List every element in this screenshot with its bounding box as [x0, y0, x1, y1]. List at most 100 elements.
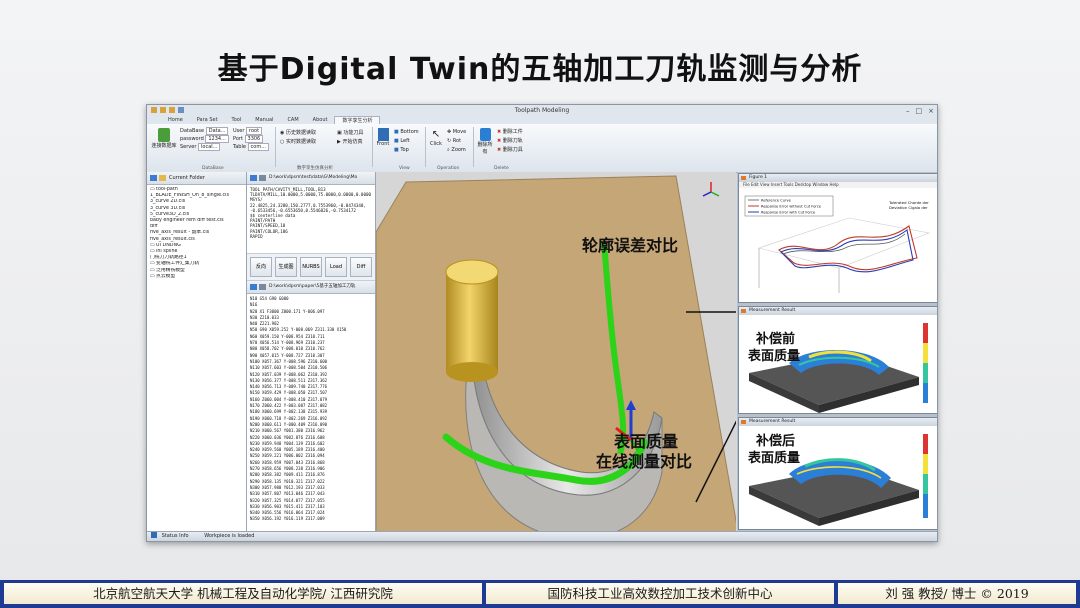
- nc-code-view[interactable]: N10 G54 G90 G000 N16 N20 X1 F3000 Z000.171…: [247, 294, 375, 533]
- menu-help[interactable]: Help: [830, 182, 839, 187]
- minimize-button[interactable]: –: [906, 106, 910, 117]
- function-tool-button[interactable]: ▣ 功能刀具: [337, 129, 363, 138]
- sim-buttons: ▣ 功能刀具 ▶ 开始仿真: [337, 129, 363, 147]
- tab-tool[interactable]: Tool: [225, 116, 249, 124]
- slide-title: 基于Digital Twin的五轴加工刀轨监测与分析: [217, 52, 863, 87]
- toolpath-modeling-window: Toolpath Modeling – □ × Home Para Set To…: [146, 104, 938, 542]
- top-file-header: D:\work\dpsm\test\data\G\Modeling\Mo: [247, 172, 375, 185]
- annotation-contour-error: 轮廓误差对比: [582, 236, 679, 255]
- delete-all-button[interactable]: 删除所有: [477, 128, 493, 155]
- database-icon: [158, 128, 170, 142]
- save-icon[interactable]: [259, 284, 266, 290]
- figure-1-titlebar: Figure 1: [739, 174, 937, 182]
- cls-code-view[interactable]: TOOL PATH/CAVITY_MILL,TOOL,B13 TLDATA/MIL…: [247, 185, 375, 253]
- current-folder-panel: Current Folder ▭ tool-path 1_BLADE_FINIS…: [147, 172, 247, 532]
- maximize-button[interactable]: □: [916, 106, 923, 117]
- front-view-button[interactable]: Front: [376, 128, 390, 147]
- delete-workpiece-button[interactable]: ✖ 删除工件: [497, 128, 523, 137]
- window-titlebar: Toolpath Modeling – □ ×: [147, 105, 937, 116]
- group-label-view: View: [399, 166, 410, 171]
- nurbs-button[interactable]: NURBS: [300, 257, 322, 277]
- load-button[interactable]: Load: [325, 257, 347, 277]
- cutting-tool: [446, 272, 498, 372]
- start-simulation-button[interactable]: ▶ 开始仿真: [337, 138, 363, 147]
- footer-center: 国防科技工业高效数控加工技术创新中心: [486, 583, 834, 604]
- history-data-option[interactable]: ◉ 历史数据读取: [280, 129, 316, 138]
- group-label-database: DataBase: [202, 166, 224, 171]
- menu-desktop[interactable]: Desktop: [795, 182, 812, 187]
- footer-author: 刘 强 教授/ 博士 © 2019: [838, 583, 1076, 604]
- figure-2-titlebar: Measurement Result: [739, 307, 937, 315]
- toolpath-scene: [376, 175, 736, 532]
- operation-buttons: ✥ Move ↻ Rot ⌕ Zoom: [447, 128, 466, 155]
- annotation-before-line2: 表面质量: [748, 349, 801, 364]
- orientation-triad: [702, 182, 720, 197]
- menu-insert[interactable]: Insert: [771, 182, 782, 187]
- bottom-view-button[interactable]: ■ Bottom: [394, 128, 419, 137]
- reverse-button[interactable]: 反向: [250, 257, 272, 277]
- user-fields: User root Port 3306 Table com...: [233, 127, 269, 151]
- tab-manual[interactable]: Manual: [248, 116, 280, 124]
- database-input[interactable]: Data...: [205, 127, 229, 135]
- tab-para-set[interactable]: Para Set: [190, 116, 225, 124]
- window-title: Toolpath Modeling: [514, 107, 570, 114]
- legend-entry: Response Error without Cut Force: [761, 205, 822, 209]
- group-label-operation: Operation: [437, 166, 460, 171]
- rotate-button[interactable]: ↻ Rot: [447, 137, 466, 146]
- save-icon[interactable]: [259, 175, 266, 181]
- window-controls[interactable]: – □ ×: [906, 106, 934, 117]
- cursor-icon: ↖: [431, 129, 441, 140]
- annotation-quality-line2: 在线测量对比: [596, 452, 693, 471]
- table-input[interactable]: com...: [247, 143, 269, 151]
- ribbon: 连接数据库 DataBase Data... password 1234... …: [147, 124, 937, 173]
- tool-bottom: [446, 362, 498, 382]
- realtime-data-option[interactable]: ○ 实时数据读取: [280, 138, 316, 147]
- connect-database-button[interactable]: 连接数据库: [151, 128, 177, 149]
- zoom-button[interactable]: ⌕ Zoom: [447, 146, 466, 155]
- action-button-row: 反向 生成图 NURBS Load Diff: [247, 253, 375, 281]
- tab-home[interactable]: Home: [161, 116, 190, 124]
- group-label-digital-twin: 数字孪生仿真分析: [297, 166, 333, 171]
- move-button[interactable]: ✥ Move: [447, 128, 466, 137]
- password-input[interactable]: 1234...: [205, 135, 229, 143]
- back-icon[interactable]: [150, 175, 157, 181]
- close-button[interactable]: ×: [928, 106, 934, 117]
- data-source-options: ◉ 历史数据读取 ○ 实时数据读取: [280, 129, 316, 147]
- top-view-button[interactable]: ■ Top: [394, 146, 419, 155]
- menu-edit[interactable]: Edit: [751, 182, 759, 187]
- tab-digital-twin[interactable]: 数字孪生分析: [334, 116, 381, 124]
- tab-about[interactable]: About: [306, 116, 335, 124]
- code-line: RAPID: [250, 233, 263, 239]
- back-icon[interactable]: [250, 175, 257, 181]
- menu-tools[interactable]: Tools: [784, 182, 794, 187]
- tree-item[interactable]: ▭ 点云模型: [150, 274, 243, 280]
- menu-view[interactable]: View: [760, 182, 770, 187]
- port-input[interactable]: 3306: [244, 135, 264, 143]
- delete-tool-button[interactable]: ✖ 删除刀具: [497, 146, 523, 155]
- server-input[interactable]: local...: [198, 143, 221, 151]
- delete-toolpath-button[interactable]: ✖ 删除刀轨: [497, 137, 523, 146]
- code-line: TLDATA/MILL,10.0000,5.0000,75.0000,0.000…: [250, 192, 372, 198]
- 3d-viewport[interactable]: [376, 172, 736, 532]
- matlab-icon: [741, 176, 746, 180]
- generate-button[interactable]: 生成图: [275, 257, 297, 277]
- tab-cam[interactable]: CAM: [280, 116, 305, 124]
- status-label: Status Info: [161, 533, 189, 539]
- matlab-icon: [741, 309, 746, 313]
- info-icon: [151, 532, 157, 538]
- code-panels: D:\work\dpsm\test\data\G\Modeling\Mo TOO…: [247, 172, 376, 532]
- figure-1-window: Figure 1 File Edit View Insert Tools Des…: [738, 173, 937, 303]
- user-input[interactable]: root: [246, 127, 263, 135]
- side-label: Deviation Cigalo der: [889, 205, 928, 210]
- left-view-button[interactable]: ■ Left: [394, 137, 419, 146]
- footer-bar: 北京航空航天大学 机械工程及自动化学院/ 江西研究院 国防科技工业高效数控加工技…: [0, 580, 1080, 608]
- bottom-file-header: D:\work\dpsm\paper\5基于五轴加工刀轨: [247, 281, 375, 294]
- click-button[interactable]: ↖ Click: [429, 128, 443, 147]
- diff-button[interactable]: Diff: [350, 257, 372, 277]
- menu-window[interactable]: Window: [812, 182, 828, 187]
- menu-file[interactable]: File: [743, 182, 750, 187]
- annotation-after-line2: 表面质量: [748, 451, 801, 466]
- legend-entry: Response Error with Cut Force: [761, 211, 816, 215]
- back-icon[interactable]: [250, 284, 257, 290]
- folder-icon: [159, 175, 166, 181]
